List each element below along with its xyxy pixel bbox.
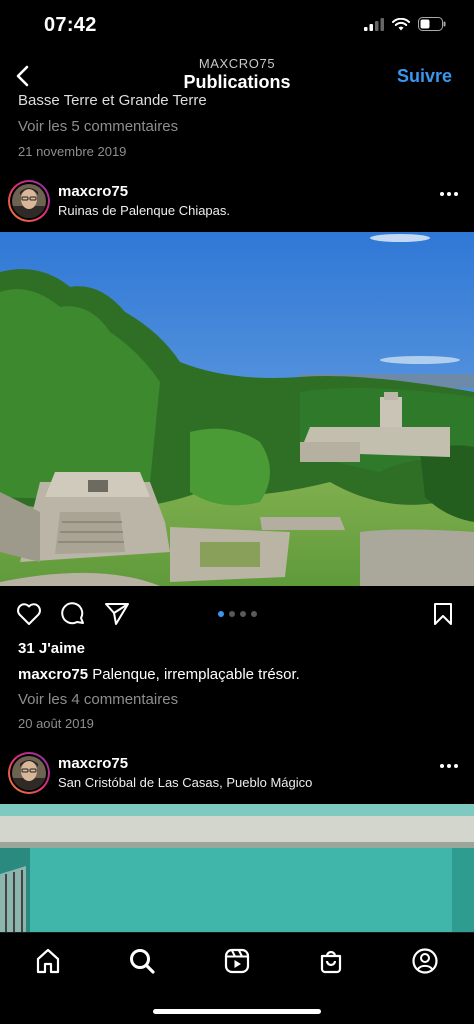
more-options-button[interactable] (440, 764, 458, 768)
next-post-header: maxcro75 San Cristóbal de Las Casas, Pue… (0, 752, 474, 802)
post-image[interactable] (0, 232, 474, 586)
wifi-icon (392, 17, 410, 30)
post-username[interactable]: maxcro75 (58, 183, 128, 200)
dot-icon (454, 764, 458, 768)
post-date: 20 août 2019 (18, 716, 94, 731)
next-post-image[interactable] (0, 804, 474, 932)
more-options-button[interactable] (440, 192, 458, 196)
comment-icon (61, 602, 84, 625)
shop-icon (320, 950, 342, 974)
avatar[interactable] (8, 180, 50, 222)
save-button[interactable] (428, 599, 458, 629)
comments-link[interactable]: Voir les 4 commentaires (18, 691, 178, 708)
tab-shop[interactable] (315, 945, 347, 977)
turquoise-wall-photo (0, 804, 474, 932)
previous-post-comments-link[interactable]: Voir les 5 commentaires (18, 118, 178, 135)
status-time: 07:42 (44, 14, 97, 36)
post-caption: maxcro75 Palenque, irremplaçable trésor. (18, 666, 300, 683)
carousel-dot (240, 611, 246, 617)
post-location[interactable]: Ruinas de Palenque Chiapas. (58, 203, 230, 218)
likes-count[interactable]: 31 J'aime (18, 640, 85, 657)
avatar-image (12, 756, 46, 790)
status-icons (364, 17, 446, 31)
avatar[interactable] (8, 752, 50, 794)
heart-icon (17, 603, 41, 625)
home-indicator[interactable] (153, 1009, 321, 1014)
tab-bar (0, 932, 474, 1024)
tab-search[interactable] (126, 945, 158, 977)
carousel-indicator (218, 611, 257, 617)
home-icon (36, 948, 60, 974)
battery-icon (418, 17, 446, 31)
avatar-image (12, 184, 46, 218)
status-bar: 07:42 (0, 0, 474, 52)
tab-reels[interactable] (221, 945, 253, 977)
bookmark-icon (434, 603, 452, 625)
send-icon (105, 603, 129, 625)
tab-profile[interactable] (409, 945, 441, 977)
previous-post-caption: Basse Terre et Grande Terre (18, 92, 207, 109)
palenque-ruins-photo (0, 232, 474, 586)
post-actions (0, 599, 474, 631)
search-icon (130, 949, 155, 974)
next-post-username[interactable]: maxcro75 (58, 755, 128, 772)
follow-button[interactable]: Suivre (397, 66, 452, 87)
dot-icon (440, 192, 444, 196)
comment-button[interactable] (58, 599, 88, 629)
signal-icon (364, 17, 384, 31)
carousel-dot (229, 611, 235, 617)
caption-text: Palenque, irremplaçable trésor. (92, 666, 300, 683)
post-header: maxcro75 Ruinas de Palenque Chiapas. (0, 180, 474, 230)
previous-post-date: 21 novembre 2019 (18, 144, 127, 159)
feed[interactable]: Basse Terre et Grande Terre Voir les 5 c… (0, 92, 474, 932)
share-button[interactable] (102, 599, 132, 629)
reels-icon (224, 948, 250, 974)
dot-icon (447, 764, 451, 768)
dot-icon (440, 764, 444, 768)
tab-home[interactable] (32, 945, 64, 977)
dot-icon (454, 192, 458, 196)
carousel-dot (251, 611, 257, 617)
caption-username[interactable]: maxcro75 (18, 666, 88, 683)
next-post-location[interactable]: San Cristóbal de Las Casas, Pueblo Mágic… (58, 775, 312, 790)
profile-icon (412, 948, 438, 974)
carousel-dot (218, 611, 224, 617)
dot-icon (447, 192, 451, 196)
like-button[interactable] (14, 599, 44, 629)
